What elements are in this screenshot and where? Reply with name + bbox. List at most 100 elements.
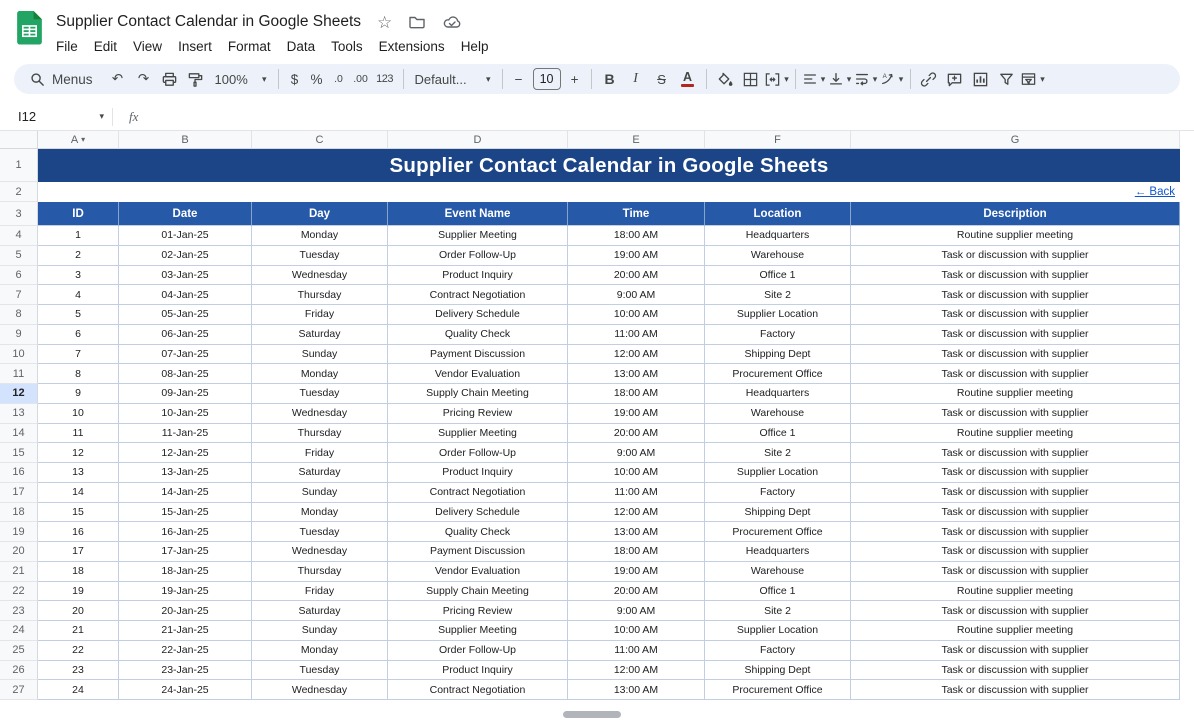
cell[interactable]: Procurement Office bbox=[705, 680, 851, 700]
row-header-1[interactable]: 1 bbox=[0, 149, 38, 182]
row-header-9[interactable]: 9 bbox=[0, 324, 38, 345]
cell[interactable]: 08-Jan-25 bbox=[119, 364, 252, 384]
increase-font-size-button[interactable]: + bbox=[564, 67, 586, 91]
cell[interactable]: Factory bbox=[705, 640, 851, 661]
cloud-status-icon[interactable] bbox=[442, 13, 462, 31]
cell[interactable]: Task or discussion with supplier bbox=[851, 660, 1180, 681]
row-header-17[interactable]: 17 bbox=[0, 482, 38, 503]
cell[interactable]: Payment Discussion bbox=[388, 344, 568, 365]
cell[interactable]: Supplier Location bbox=[705, 621, 851, 641]
cell[interactable]: 4 bbox=[38, 285, 119, 305]
menu-extensions[interactable]: Extensions bbox=[371, 37, 453, 56]
column-header-F[interactable]: F bbox=[705, 131, 851, 149]
column-header-E[interactable]: E bbox=[568, 131, 705, 149]
cell[interactable]: 12 bbox=[38, 443, 119, 463]
row-header-24[interactable]: 24 bbox=[0, 621, 38, 641]
cell[interactable]: Task or discussion with supplier bbox=[851, 364, 1180, 384]
cell[interactable]: 17-Jan-25 bbox=[119, 542, 252, 562]
cell[interactable]: 18:00 AM bbox=[568, 384, 705, 404]
cell[interactable]: 20:00 AM bbox=[568, 265, 705, 286]
cell[interactable]: Delivery Schedule bbox=[388, 305, 568, 325]
cell[interactable]: 2 bbox=[38, 245, 119, 266]
cell[interactable]: 05-Jan-25 bbox=[119, 305, 252, 325]
cell[interactable]: Procurement Office bbox=[705, 364, 851, 384]
cell[interactable]: Wednesday bbox=[252, 680, 388, 700]
cell[interactable]: 16-Jan-25 bbox=[119, 522, 252, 542]
bold-button[interactable]: B bbox=[597, 67, 623, 91]
grid-corner[interactable] bbox=[0, 131, 38, 149]
cell[interactable]: Supply Chain Meeting bbox=[388, 384, 568, 404]
cell[interactable]: Task or discussion with supplier bbox=[851, 502, 1180, 523]
menu-insert[interactable]: Insert bbox=[170, 37, 220, 56]
cell[interactable]: 15 bbox=[38, 502, 119, 523]
menu-help[interactable]: Help bbox=[453, 37, 497, 56]
cell[interactable]: 1 bbox=[38, 226, 119, 246]
cell[interactable]: 17 bbox=[38, 542, 119, 562]
cell[interactable]: Monday bbox=[252, 502, 388, 523]
cell[interactable]: 11:00 AM bbox=[568, 640, 705, 661]
cell[interactable]: Monday bbox=[252, 226, 388, 246]
cell[interactable]: 18 bbox=[38, 561, 119, 582]
cell[interactable]: Shipping Dept bbox=[705, 502, 851, 523]
row-header-27[interactable]: 27 bbox=[0, 680, 38, 700]
zoom-select[interactable]: 100% ▾ bbox=[209, 67, 273, 91]
row-header-7[interactable]: 7 bbox=[0, 285, 38, 305]
cell[interactable]: Wednesday bbox=[252, 542, 388, 562]
cell[interactable]: 6 bbox=[38, 324, 119, 345]
row-header-6[interactable]: 6 bbox=[0, 265, 38, 286]
row-header-15[interactable]: 15 bbox=[0, 443, 38, 463]
cell[interactable]: Order Follow-Up bbox=[388, 443, 568, 463]
cell[interactable]: 20 bbox=[38, 601, 119, 621]
chevron-down-icon[interactable]: ▾ bbox=[81, 135, 85, 144]
cell[interactable]: 20:00 AM bbox=[568, 581, 705, 602]
row-header-2[interactable]: 2 bbox=[0, 182, 38, 202]
cell[interactable]: 3 bbox=[38, 265, 119, 286]
move-folder-icon[interactable] bbox=[408, 13, 426, 31]
cell[interactable]: Routine supplier meeting bbox=[851, 423, 1180, 444]
cell[interactable]: Shipping Dept bbox=[705, 660, 851, 681]
cell[interactable]: Site 2 bbox=[705, 601, 851, 621]
cell[interactable]: Task or discussion with supplier bbox=[851, 640, 1180, 661]
menu-format[interactable]: Format bbox=[220, 37, 279, 56]
row-header-13[interactable]: 13 bbox=[0, 403, 38, 424]
cell[interactable]: Contract Negotiation bbox=[388, 680, 568, 700]
menu-tools[interactable]: Tools bbox=[323, 37, 371, 56]
cell[interactable]: 5 bbox=[38, 305, 119, 325]
cell[interactable]: 13:00 AM bbox=[568, 364, 705, 384]
cell[interactable]: 18-Jan-25 bbox=[119, 561, 252, 582]
cell[interactable]: 24 bbox=[38, 680, 119, 700]
cell[interactable]: 20:00 AM bbox=[568, 423, 705, 444]
cell[interactable]: Task or discussion with supplier bbox=[851, 561, 1180, 582]
cell[interactable]: Vendor Evaluation bbox=[388, 561, 568, 582]
cell[interactable]: Tuesday bbox=[252, 245, 388, 266]
cell[interactable]: 04-Jan-25 bbox=[119, 285, 252, 305]
menu-edit[interactable]: Edit bbox=[86, 37, 125, 56]
cell[interactable]: 8 bbox=[38, 364, 119, 384]
row-header-21[interactable]: 21 bbox=[0, 561, 38, 582]
redo-button[interactable]: ↷ bbox=[131, 67, 157, 91]
cell[interactable]: Friday bbox=[252, 305, 388, 325]
decrease-decimal-button[interactable]: .0 bbox=[328, 67, 350, 91]
text-rotation-button[interactable]: A ▾ bbox=[879, 67, 905, 91]
cell[interactable]: Routine supplier meeting bbox=[851, 581, 1180, 602]
cell[interactable]: 16 bbox=[38, 522, 119, 542]
cell[interactable]: Task or discussion with supplier bbox=[851, 522, 1180, 542]
cell[interactable]: Product Inquiry bbox=[388, 265, 568, 286]
cell[interactable]: Task or discussion with supplier bbox=[851, 463, 1180, 483]
horizontal-scrollbar-thumb[interactable] bbox=[563, 711, 621, 718]
cell[interactable]: Payment Discussion bbox=[388, 542, 568, 562]
cell[interactable]: Headquarters bbox=[705, 384, 851, 404]
row-header-10[interactable]: 10 bbox=[0, 344, 38, 365]
cell[interactable]: 18:00 AM bbox=[568, 542, 705, 562]
cell[interactable]: 10:00 AM bbox=[568, 305, 705, 325]
cell[interactable]: 01-Jan-25 bbox=[119, 226, 252, 246]
merge-cells-button[interactable]: ▾ bbox=[764, 67, 790, 91]
cell[interactable]: Wednesday bbox=[252, 403, 388, 424]
cell[interactable]: Warehouse bbox=[705, 403, 851, 424]
cell[interactable]: Office 1 bbox=[705, 265, 851, 286]
cell[interactable]: 02-Jan-25 bbox=[119, 245, 252, 266]
more-number-formats-button[interactable]: 123 bbox=[372, 67, 398, 91]
cell[interactable]: Routine supplier meeting bbox=[851, 226, 1180, 246]
cell[interactable]: Task or discussion with supplier bbox=[851, 680, 1180, 700]
cell[interactable]: Pricing Review bbox=[388, 403, 568, 424]
